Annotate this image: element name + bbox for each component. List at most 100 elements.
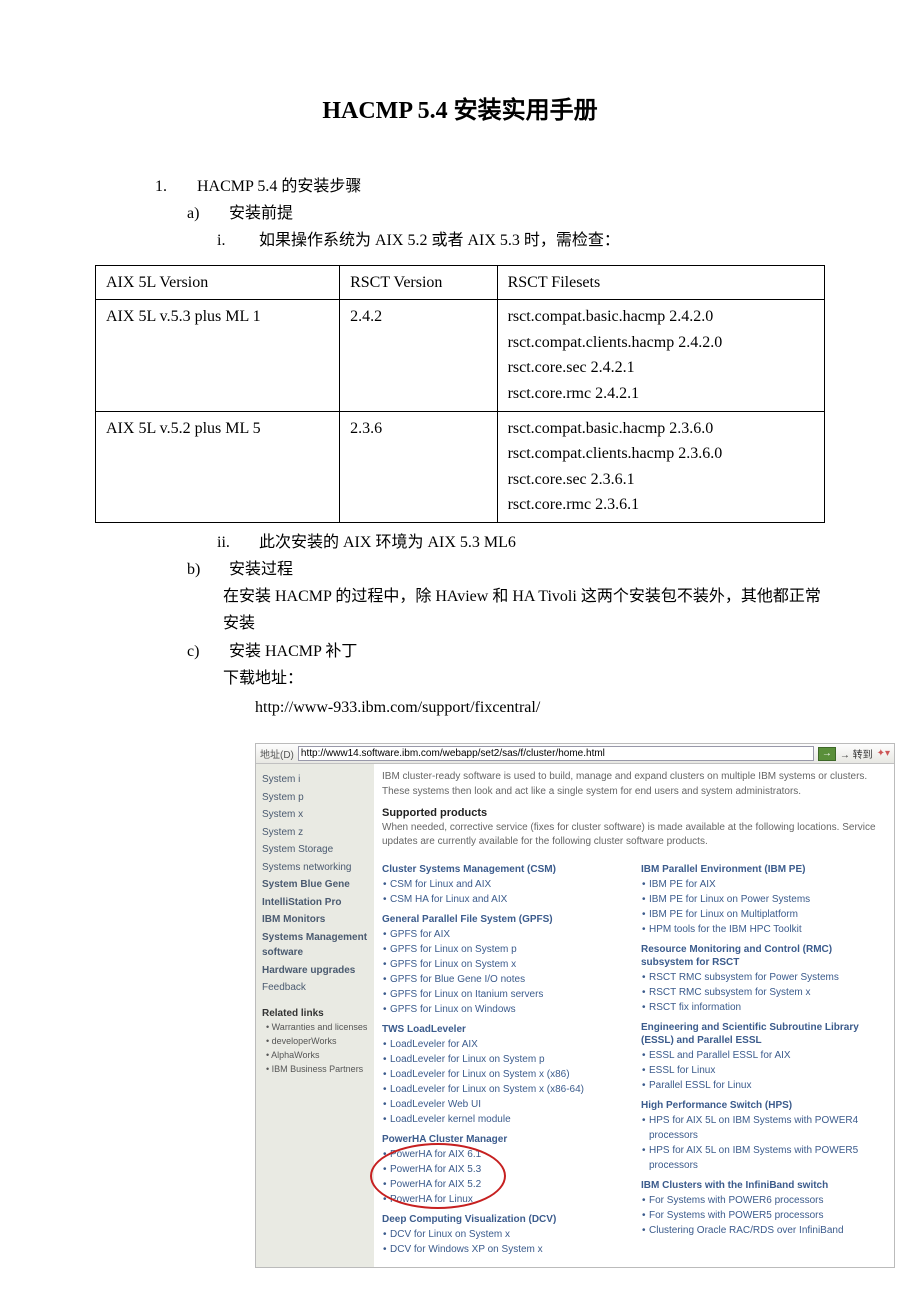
text: 如果操作系统为 AIX 5.2 或者 AIX 5.3 时，需检查： <box>259 227 620 254</box>
main-content: IBM cluster-ready software is used to bu… <box>374 764 894 1267</box>
product-link[interactable]: GPFS for Linux on Windows <box>390 1002 627 1017</box>
table-header-row: AIX 5L Version RSCT Version RSCT Fileset… <box>96 265 825 300</box>
group-title: IBM Clusters with the InfiniBand switch <box>641 1179 886 1192</box>
left-column: Cluster Systems Management (CSM)CSM for … <box>382 857 627 1257</box>
product-link[interactable]: DCV for Linux on System x <box>390 1227 627 1242</box>
text: 安装前提 <box>229 200 293 227</box>
product-link[interactable]: DCV for Windows XP on System x <box>390 1242 627 1257</box>
product-link[interactable]: GPFS for AIX <box>390 927 627 942</box>
product-link[interactable]: ESSL and Parallel ESSL for AIX <box>649 1048 886 1063</box>
product-link[interactable]: LoadLeveler for Linux on System x (x86) <box>390 1067 627 1082</box>
product-link[interactable]: LoadLeveler for Linux on System x (x86-6… <box>390 1082 627 1097</box>
product-link[interactable]: GPFS for Linux on System x <box>390 957 627 972</box>
document-title: HACMP 5.4 安装实用手册 <box>95 90 825 125</box>
table-row: AIX 5L v.5.2 plus ML 5 2.3.6 rsct.compat… <box>96 411 825 522</box>
product-link[interactable]: GPFS for Blue Gene I/O notes <box>390 972 627 987</box>
product-link[interactable]: Parallel ESSL for Linux <box>649 1078 886 1093</box>
marker: 1. <box>155 173 181 200</box>
sidebar-item[interactable]: Systems Management software <box>262 930 368 961</box>
col-header: RSCT Filesets <box>497 265 824 300</box>
sidebar-item[interactable]: System i <box>262 772 368 788</box>
product-link[interactable]: IBM PE for AIX <box>649 877 886 892</box>
cell: rsct.compat.basic.hacmp 2.4.2.0 rsct.com… <box>497 300 824 411</box>
go-button[interactable]: → <box>818 747 836 761</box>
col-header: RSCT Version <box>340 265 497 300</box>
intro-text: IBM cluster-ready software is used to bu… <box>382 770 886 799</box>
group-title: PowerHA Cluster Manager <box>382 1133 627 1146</box>
product-link[interactable]: RSCT fix information <box>649 1000 886 1015</box>
right-column: IBM Parallel Environment (IBM PE)IBM PE … <box>641 857 886 1257</box>
product-link[interactable]: PowerHA for AIX 5.2 <box>390 1177 627 1192</box>
marker: a) <box>187 200 213 227</box>
url-input[interactable] <box>298 746 814 761</box>
group-title: High Performance Switch (HPS) <box>641 1099 886 1112</box>
table-row: AIX 5L v.5.3 plus ML 1 2.4.2 rsct.compat… <box>96 300 825 411</box>
product-link[interactable]: RSCT RMC subsystem for Power Systems <box>649 970 886 985</box>
outline-item-1: 1. HACMP 5.4 的安装步骤 <box>155 173 825 200</box>
product-link[interactable]: For Systems with POWER6 processors <box>649 1193 886 1208</box>
product-link[interactable]: HPM tools for the IBM HPC Toolkit <box>649 922 886 937</box>
related-links-title: Related links <box>262 1006 368 1022</box>
sidebar-item[interactable]: System x <box>262 807 368 823</box>
product-link[interactable]: LoadLeveler for Linux on System p <box>390 1052 627 1067</box>
product-link[interactable]: LoadLeveler Web UI <box>390 1097 627 1112</box>
address-label: 地址(D) <box>260 746 294 761</box>
outline-item-b: b) 安装过程 <box>187 556 825 583</box>
sidebar-item[interactable]: Hardware upgrades <box>262 963 368 979</box>
supported-products-text: When needed, corrective service (fixes f… <box>382 821 886 849</box>
sidebar-item[interactable]: System z <box>262 825 368 841</box>
product-link[interactable]: GPFS for Linux on Itanium servers <box>390 987 627 1002</box>
product-link[interactable]: RSCT RMC subsystem for System x <box>649 985 886 1000</box>
product-link[interactable]: PowerHA for Linux <box>390 1192 627 1207</box>
sidebar-item[interactable]: System Blue Gene <box>262 877 368 893</box>
product-link[interactable]: HPS for AIX 5L on IBM Systems with POWER… <box>649 1143 886 1173</box>
section-b-body: 在安装 HACMP 的过程中，除 HAview 和 HA Tivoli 这两个安… <box>223 583 825 637</box>
rsct-table: AIX 5L Version RSCT Version RSCT Fileset… <box>95 265 825 523</box>
supported-products-title: Supported products <box>382 807 886 819</box>
marker: ii. <box>217 529 243 556</box>
related-link[interactable]: • AlphaWorks <box>266 1049 368 1063</box>
cell: AIX 5L v.5.2 plus ML 5 <box>96 411 340 522</box>
marker: i. <box>217 227 243 254</box>
group-title: TWS LoadLeveler <box>382 1023 627 1036</box>
group-title: Engineering and Scientific Subroutine Li… <box>641 1021 886 1047</box>
links-icon[interactable]: ✦▾ <box>877 748 890 759</box>
related-link[interactable]: • Warranties and licenses <box>266 1021 368 1035</box>
text: 安装过程 <box>229 556 293 583</box>
group-title: Resource Monitoring and Control (RMC) su… <box>641 943 886 969</box>
sidebar-item[interactable]: System p <box>262 790 368 806</box>
marker: c) <box>187 638 213 665</box>
related-link[interactable]: • IBM Business Partners <box>266 1063 368 1077</box>
group-title: IBM Parallel Environment (IBM PE) <box>641 863 886 876</box>
product-link[interactable]: PowerHA for AIX 6.1 <box>390 1147 627 1162</box>
sidebar-item[interactable]: System Storage <box>262 842 368 858</box>
product-link[interactable]: LoadLeveler kernel module <box>390 1112 627 1127</box>
sidebar-item[interactable]: Systems networking <box>262 860 368 876</box>
outline-item-c: c) 安装 HACMP 补丁 <box>187 638 825 665</box>
product-link[interactable]: PowerHA for AIX 5.3 <box>390 1162 627 1177</box>
cell: 2.3.6 <box>340 411 497 522</box>
browser-screenshot: 地址(D) → → 转到 ✦▾ System i System pSystem x… <box>255 743 895 1268</box>
group-title: Deep Computing Visualization (DCV) <box>382 1213 627 1226</box>
product-link[interactable]: For Systems with POWER5 processors <box>649 1208 886 1223</box>
related-link[interactable]: • developerWorks <box>266 1035 368 1049</box>
product-link[interactable]: CSM for Linux and AIX <box>390 877 627 892</box>
outline-item-ii: ii. 此次安装的 AIX 环境为 AIX 5.3 ML6 <box>217 529 825 556</box>
sidebar-item[interactable]: IntelliStation Pro <box>262 895 368 911</box>
text: HACMP 5.4 的安装步骤 <box>197 173 361 200</box>
product-link[interactable]: HPS for AIX 5L on IBM Systems with POWER… <box>649 1113 886 1143</box>
product-link[interactable]: GPFS for Linux on System p <box>390 942 627 957</box>
product-link[interactable]: LoadLeveler for AIX <box>390 1037 627 1052</box>
product-link[interactable]: CSM HA for Linux and AIX <box>390 892 627 907</box>
cell: 2.4.2 <box>340 300 497 411</box>
goto-label: → 转到 <box>840 746 873 761</box>
product-link[interactable]: Clustering Oracle RAC/RDS over InfiniBan… <box>649 1223 886 1238</box>
product-link[interactable]: IBM PE for Linux on Multiplatform <box>649 907 886 922</box>
left-sidebar: System i System pSystem x System zSystem S… <box>256 764 374 1267</box>
product-link[interactable]: ESSL for Linux <box>649 1063 886 1078</box>
sidebar-item[interactable]: IBM Monitors <box>262 912 368 928</box>
section-c-body: 下载地址： <box>223 665 825 692</box>
outline-item-i: i. 如果操作系统为 AIX 5.2 或者 AIX 5.3 时，需检查： <box>217 227 825 254</box>
product-link[interactable]: IBM PE for Linux on Power Systems <box>649 892 886 907</box>
sidebar-item[interactable]: Feedback <box>262 980 368 996</box>
